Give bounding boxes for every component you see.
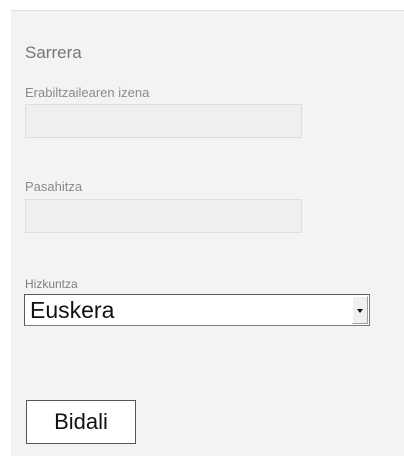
language-label: Hizkuntza [25,277,78,291]
submit-button[interactable]: Bidali [26,400,136,444]
password-label: Pasahitza [25,179,83,194]
language-selected-value: Euskera [30,297,115,323]
language-select[interactable]: Euskera [24,294,370,326]
login-panel: Sarrera Erabiltzailearen izena Pasahitza… [11,10,404,456]
username-label: Erabiltzailearen izena [25,85,150,100]
chevron-down-icon[interactable] [352,296,368,324]
password-input[interactable] [25,199,302,233]
form-title: Sarrera [25,43,82,62]
username-input[interactable] [25,104,302,138]
